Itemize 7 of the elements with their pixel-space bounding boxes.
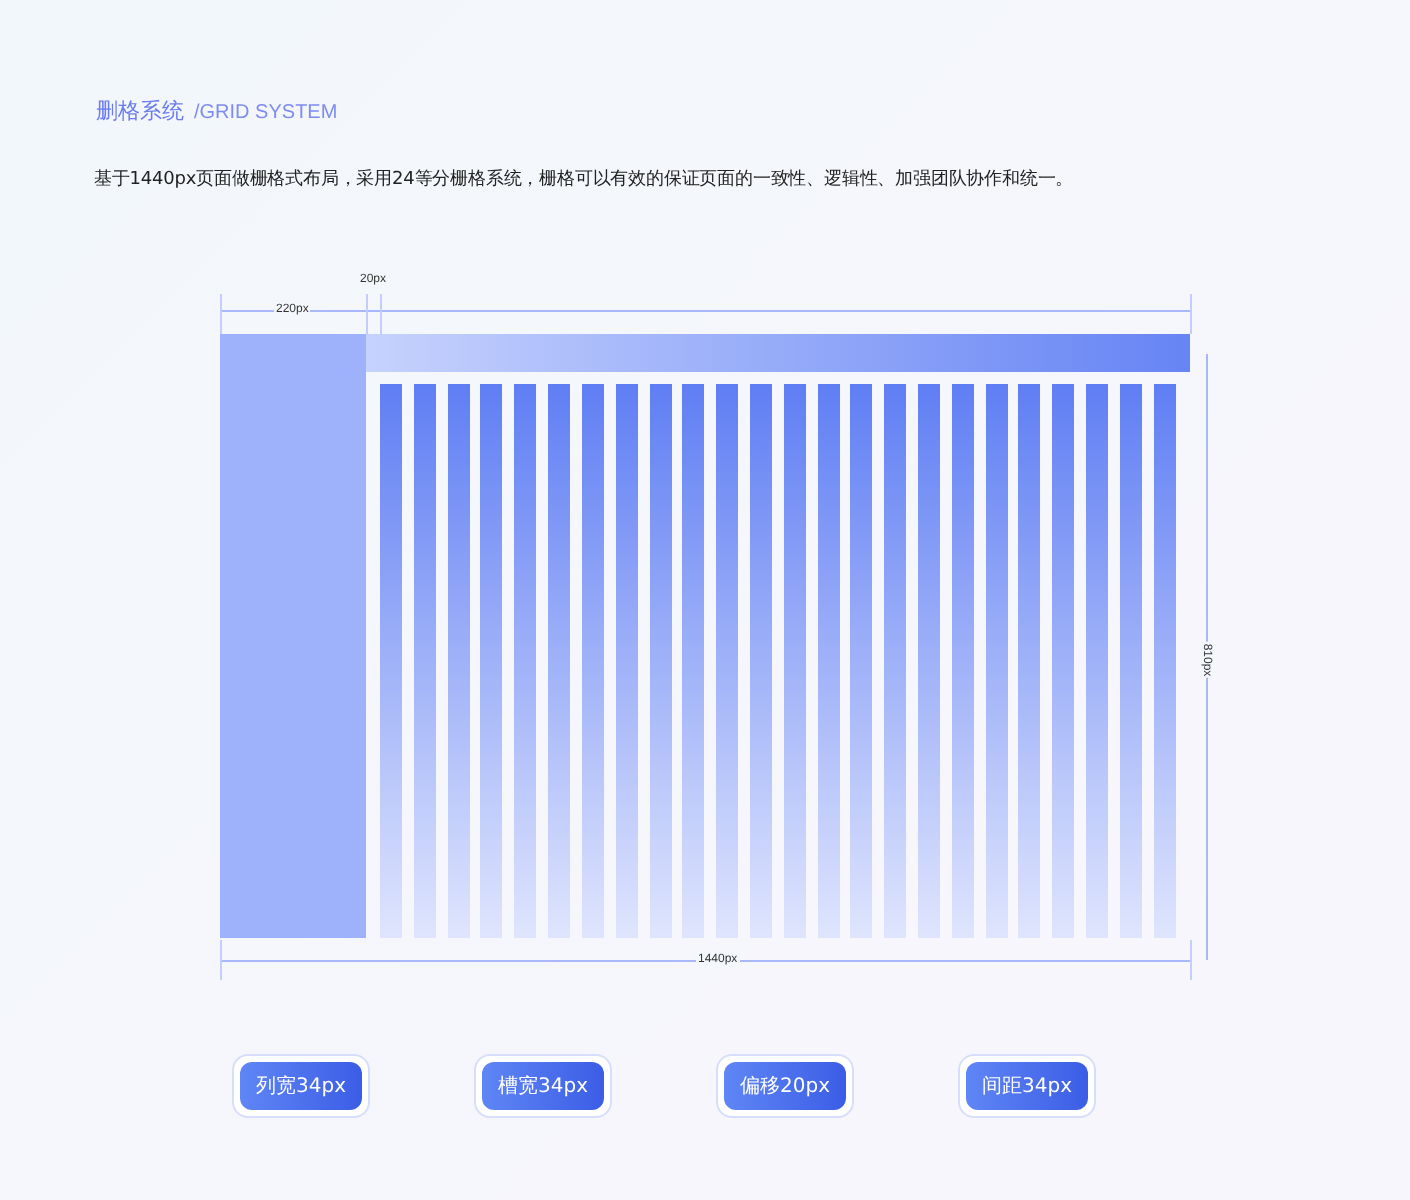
description-text: 基于1440px页面做栅格式布局，采用24等分栅格系统，栅格可以有效的保证页面的一致性、逻辑性、加强团队协作和统一。 <box>94 167 1074 192</box>
spec-tag: 偏移20px <box>724 1062 846 1110</box>
section-title: 删格系统 <box>96 96 184 126</box>
spec-tag: 间距34px <box>966 1062 1088 1110</box>
spec-tag: 列宽34px <box>240 1062 362 1110</box>
section-subtitle: /GRID SYSTEM <box>194 102 338 124</box>
spec-tag: 槽宽34px <box>482 1062 604 1110</box>
